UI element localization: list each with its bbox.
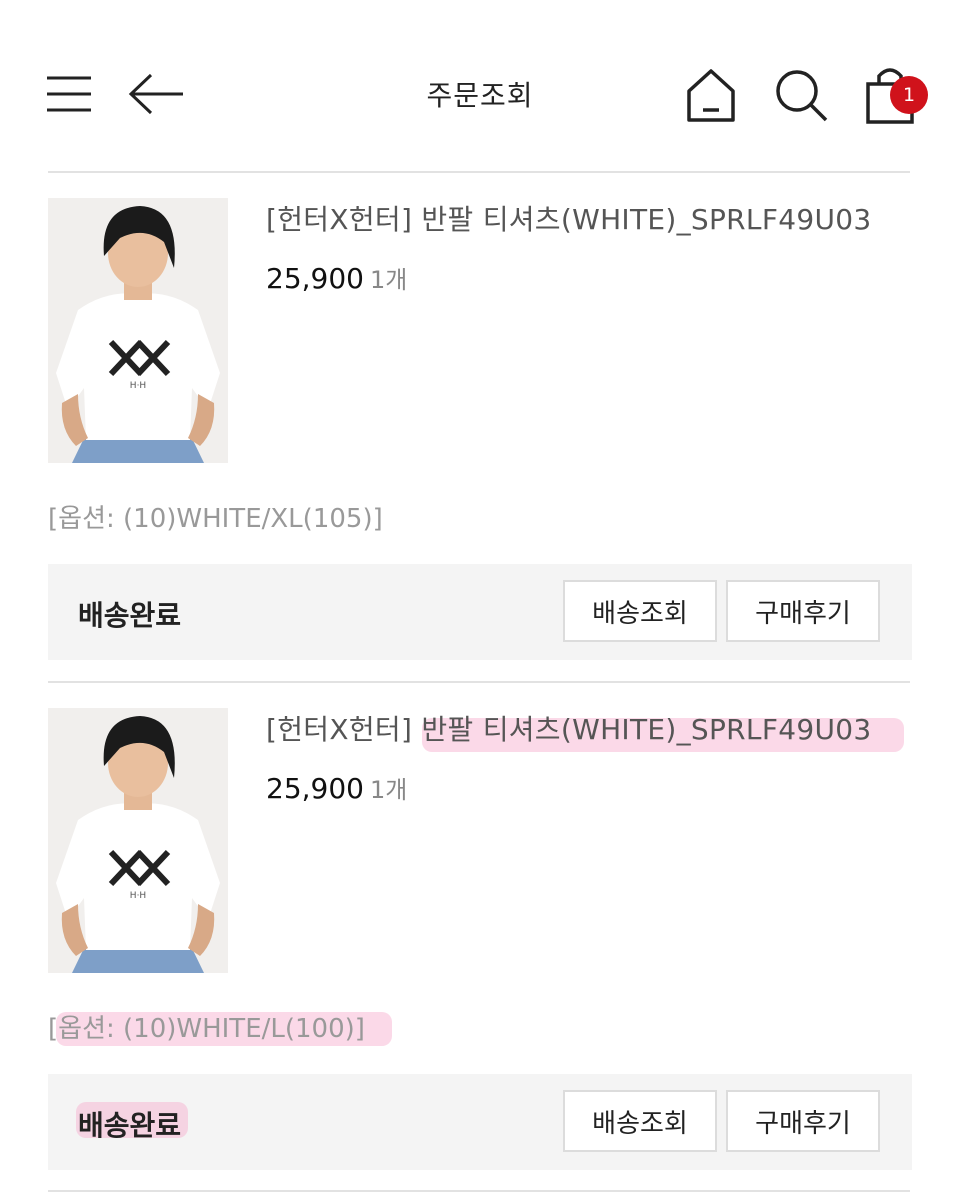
write-review-button[interactable]: 구매후기 <box>726 580 880 642</box>
app-header: 주문조회 1 <box>0 0 960 172</box>
order-status-bar: 배송완료 배송조회 구매후기 <box>48 1074 912 1170</box>
product-option: [옵션: (10)WHITE/XL(105)] <box>48 504 383 534</box>
divider <box>48 171 910 173</box>
product-thumbnail[interactable]: H·H <box>48 198 228 463</box>
svg-text:H·H: H·H <box>130 891 146 901</box>
svg-text:H·H: H·H <box>130 381 146 391</box>
page-title: 주문조회 <box>426 79 534 112</box>
cart-count-badge: 1 <box>890 76 928 114</box>
menu-button[interactable] <box>44 72 94 116</box>
product-option: [옵션: (10)WHITE/L(100)] <box>48 1014 365 1044</box>
menu-icon <box>47 76 91 112</box>
price-row: 25,900 1개 <box>266 770 407 805</box>
price: 25,900 <box>266 262 364 295</box>
write-review-button[interactable]: 구매후기 <box>726 1090 880 1152</box>
quantity: 1개 <box>369 776 408 804</box>
search-icon <box>776 70 828 122</box>
product-photo-tshirt: H·H <box>48 198 228 463</box>
search-button[interactable] <box>772 66 830 124</box>
product-name[interactable]: [헌터X헌터] 반팔 티셔츠(WHITE)_SPRLF49U03 <box>266 708 871 748</box>
price-row: 25,900 1개 <box>266 260 407 295</box>
track-delivery-button[interactable]: 배송조회 <box>563 1090 717 1152</box>
back-button[interactable] <box>126 70 186 118</box>
product-name[interactable]: [헌터X헌터] 반팔 티셔츠(WHITE)_SPRLF49U03 <box>266 198 871 238</box>
home-icon <box>687 69 735 122</box>
delivery-status: 배송완료 <box>78 1109 182 1142</box>
delivery-status: 배송완료 <box>78 599 182 632</box>
product-photo-tshirt: H·H <box>48 708 228 973</box>
divider <box>48 1190 910 1192</box>
back-arrow-icon <box>128 73 183 115</box>
quantity: 1개 <box>369 266 408 294</box>
price: 25,900 <box>266 772 364 805</box>
divider <box>48 681 910 683</box>
product-thumbnail[interactable]: H·H <box>48 708 228 973</box>
order-item: H·H [헌터X헌터] 반팔 티셔츠(WHITE)_SPRLF49U03 25,… <box>48 198 912 660</box>
track-delivery-button[interactable]: 배송조회 <box>563 580 717 642</box>
order-status-bar: 배송완료 배송조회 구매후기 <box>48 564 912 660</box>
order-item: H·H [헌터X헌터] 반팔 티셔츠(WHITE)_SPRLF49U03 25,… <box>48 708 912 1170</box>
home-button[interactable] <box>684 66 738 124</box>
